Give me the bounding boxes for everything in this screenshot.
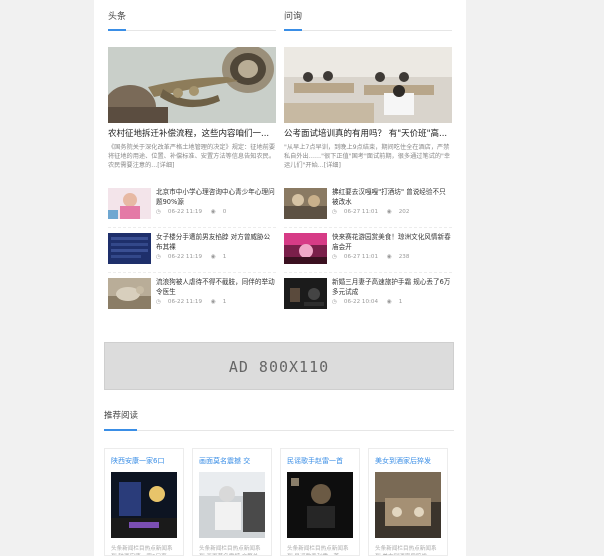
eye-icon: ◉ bbox=[210, 209, 216, 215]
list-item[interactable]: 新婚三月妻子高速旅护手霜 规心丢了6万多元试成 ◷ 06-22 10:04 ◉ 1 bbox=[284, 273, 452, 318]
clock-icon: ◷ bbox=[332, 209, 337, 215]
recommend-card[interactable]: 美女到酒家后猝发 头条新闻栏目热点新闻系列,美女到酒家后猝发 bbox=[368, 448, 448, 556]
qa-column: 问询 公考面试培训真的有用吗？ 有"天价班"高... "从早上7点早训，到晚上9… bbox=[284, 0, 452, 318]
recommend-card-desc: 头条新闻栏目热点新闻系列,美女到酒家后猝发 bbox=[375, 546, 437, 555]
recommend-card[interactable]: 画面莫名震撼 交 头条新闻栏目热点新闻系列,画面莫名震撼 交警处 bbox=[192, 448, 272, 556]
list-item-views: 1 bbox=[398, 299, 403, 305]
trumpet-photo bbox=[108, 47, 276, 123]
list-item-title[interactable]: 流浪狗被人虐待不得不截肢，同伴的举动令医生 bbox=[156, 278, 276, 297]
news-thumbnail[interactable] bbox=[108, 188, 151, 219]
eye-icon: ◉ bbox=[386, 254, 392, 260]
list-item-time: 06-22 11:19 bbox=[167, 299, 203, 305]
recommend-card-desc: 头条新闻栏目热点新闻系列,画面莫名震撼 交警处 bbox=[199, 546, 261, 555]
list-item-title[interactable]: 新婚三月妻子高速旅护手霜 规心丢了6万多元试成 bbox=[332, 278, 452, 297]
qa-hero-image[interactable] bbox=[284, 47, 452, 123]
list-item-views: 238 bbox=[398, 254, 410, 260]
recommend-card-desc: 头条新闻栏目热点新闻系列,民谣歌手赵雷一首 bbox=[287, 546, 349, 555]
recommend-card-image[interactable] bbox=[375, 472, 441, 538]
recommend-title: 推荐阅读 bbox=[104, 405, 454, 431]
ad-label: AD 800X110 bbox=[228, 358, 330, 376]
clock-icon: ◷ bbox=[156, 299, 161, 305]
list-item-meta: ◷ 06-27 11:01 ◉ 238 bbox=[332, 254, 452, 260]
list-item-title[interactable]: 北京市中小学心理咨询中心青少年心理问题90%源 bbox=[156, 188, 276, 207]
eye-icon: ◉ bbox=[386, 209, 392, 215]
list-item-title[interactable]: 拂红要去汉嘎嘎"打酒坊" 曾说经验不只被改水 bbox=[332, 188, 452, 207]
list-item[interactable]: 快来赛花游园赏美食！琼洲文化风情新春庙会开 ◷ 06-27 11:01 ◉ 238 bbox=[284, 228, 452, 273]
clock-icon: ◷ bbox=[332, 254, 337, 260]
list-item[interactable]: 女子楼分手遭前男友掐脖 对方曾威胁公布其裸 ◷ 06-22 11:19 ◉ 1 bbox=[108, 228, 276, 273]
eye-icon: ◉ bbox=[386, 299, 392, 305]
headlines-title: 头条 bbox=[108, 0, 276, 31]
list-item[interactable]: 北京市中小学心理咨询中心青少年心理问题90%源 ◷ 06-22 11:19 ◉ 0 bbox=[108, 183, 276, 228]
clock-icon: ◷ bbox=[156, 209, 161, 215]
list-item-views: 1 bbox=[222, 254, 227, 260]
news-thumbnail[interactable] bbox=[108, 233, 151, 264]
list-item[interactable]: 拂红要去汉嘎嘎"打酒坊" 曾说经验不只被改水 ◷ 06-27 11:01 ◉ 202 bbox=[284, 183, 452, 228]
qa-hero-title[interactable]: 公考面试培训真的有用吗？ 有"天价班"高... bbox=[284, 127, 452, 139]
news-thumbnail[interactable] bbox=[284, 188, 327, 219]
headlines-list: 北京市中小学心理咨询中心青少年心理问题90%源 ◷ 06-22 11:19 ◉ 0 … bbox=[108, 183, 276, 318]
ad-banner[interactable]: AD 800X110 bbox=[104, 342, 454, 390]
list-item-time: 06-27 11:01 bbox=[343, 254, 379, 260]
list-item-meta: ◷ 06-27 11:01 ◉ 202 bbox=[332, 209, 452, 215]
eye-icon: ◉ bbox=[210, 254, 216, 260]
qa-list: 拂红要去汉嘎嘎"打酒坊" 曾说经验不只被改水 ◷ 06-27 11:01 ◉ 202… bbox=[284, 183, 452, 318]
news-thumbnail[interactable] bbox=[284, 233, 327, 264]
headlines-hero-title[interactable]: 农村征地拆迁补偿流程，这些内容咱们一... bbox=[108, 127, 276, 139]
recommend-card-image[interactable] bbox=[199, 472, 265, 538]
recommend-card-title[interactable]: 民谣歌手赵雷一首 bbox=[287, 456, 353, 466]
list-item-views: 0 bbox=[222, 209, 227, 215]
headlines-hero-desc: 《国务院关于深化改革严格土地管理的决定》规定：征地前要将征地的用途、位置、补偿标… bbox=[108, 144, 276, 169]
list-item-time: 06-22 10:04 bbox=[343, 299, 379, 305]
list-item-time: 06-22 11:19 bbox=[167, 209, 203, 215]
classroom-photo bbox=[284, 47, 452, 123]
eye-icon: ◉ bbox=[210, 299, 216, 305]
clock-icon: ◷ bbox=[332, 299, 337, 305]
list-item-title[interactable]: 女子楼分手遭前男友掐脖 对方曾威胁公布其裸 bbox=[156, 233, 276, 252]
news-thumbnail[interactable] bbox=[108, 278, 151, 309]
list-item-meta: ◷ 06-22 11:19 ◉ 0 bbox=[156, 209, 276, 215]
list-item-views: 202 bbox=[398, 209, 410, 215]
recommend-card-title[interactable]: 美女到酒家后猝发 bbox=[375, 456, 441, 466]
clock-icon: ◷ bbox=[156, 254, 161, 260]
recommend-card-title[interactable]: 画面莫名震撼 交 bbox=[199, 456, 265, 466]
headlines-hero-image[interactable] bbox=[108, 47, 276, 123]
content-page: 头条 农村征地拆迁补偿流程，这些内容咱们一... 《国务院关于深化改革严格土地管… bbox=[94, 0, 466, 556]
list-item-title[interactable]: 快来赛花游园赏美食！琼洲文化风情新春庙会开 bbox=[332, 233, 452, 252]
headlines-column: 头条 农村征地拆迁补偿流程，这些内容咱们一... 《国务院关于深化改革严格土地管… bbox=[108, 0, 276, 318]
news-thumbnail[interactable] bbox=[284, 278, 327, 309]
list-item-time: 06-22 11:19 bbox=[167, 254, 203, 260]
list-item-meta: ◷ 06-22 11:19 ◉ 1 bbox=[156, 254, 276, 260]
list-item-meta: ◷ 06-22 10:04 ◉ 1 bbox=[332, 299, 452, 305]
recommend-card[interactable]: 民谣歌手赵雷一首 头条新闻栏目热点新闻系列,民谣歌手赵雷一首 bbox=[280, 448, 360, 556]
recommend-card-title[interactable]: 陕西安康一家6口 bbox=[111, 456, 177, 466]
list-item-meta: ◷ 06-22 11:19 ◉ 1 bbox=[156, 299, 276, 305]
recommend-card-image[interactable] bbox=[111, 472, 177, 538]
list-item[interactable]: 流浪狗被人虐待不得不截肢，同伴的举动令医生 ◷ 06-22 11:19 ◉ 1 bbox=[108, 273, 276, 318]
recommend-card[interactable]: 陕西安康一家6口 头条新闻栏目热点新闻系列,陕西安康一家6口事 bbox=[104, 448, 184, 556]
qa-hero-desc: "从早上7点早训，到晚上9点结束，期间吃住全在酒店，严禁私自外出……"很下正值"… bbox=[284, 144, 451, 169]
list-item-views: 1 bbox=[222, 299, 227, 305]
recommend-card-desc: 头条新闻栏目热点新闻系列,陕西安康一家6口事 bbox=[111, 546, 173, 555]
list-item-time: 06-27 11:01 bbox=[343, 209, 379, 215]
recommend-card-image[interactable] bbox=[287, 472, 353, 538]
qa-title: 问询 bbox=[284, 0, 452, 31]
